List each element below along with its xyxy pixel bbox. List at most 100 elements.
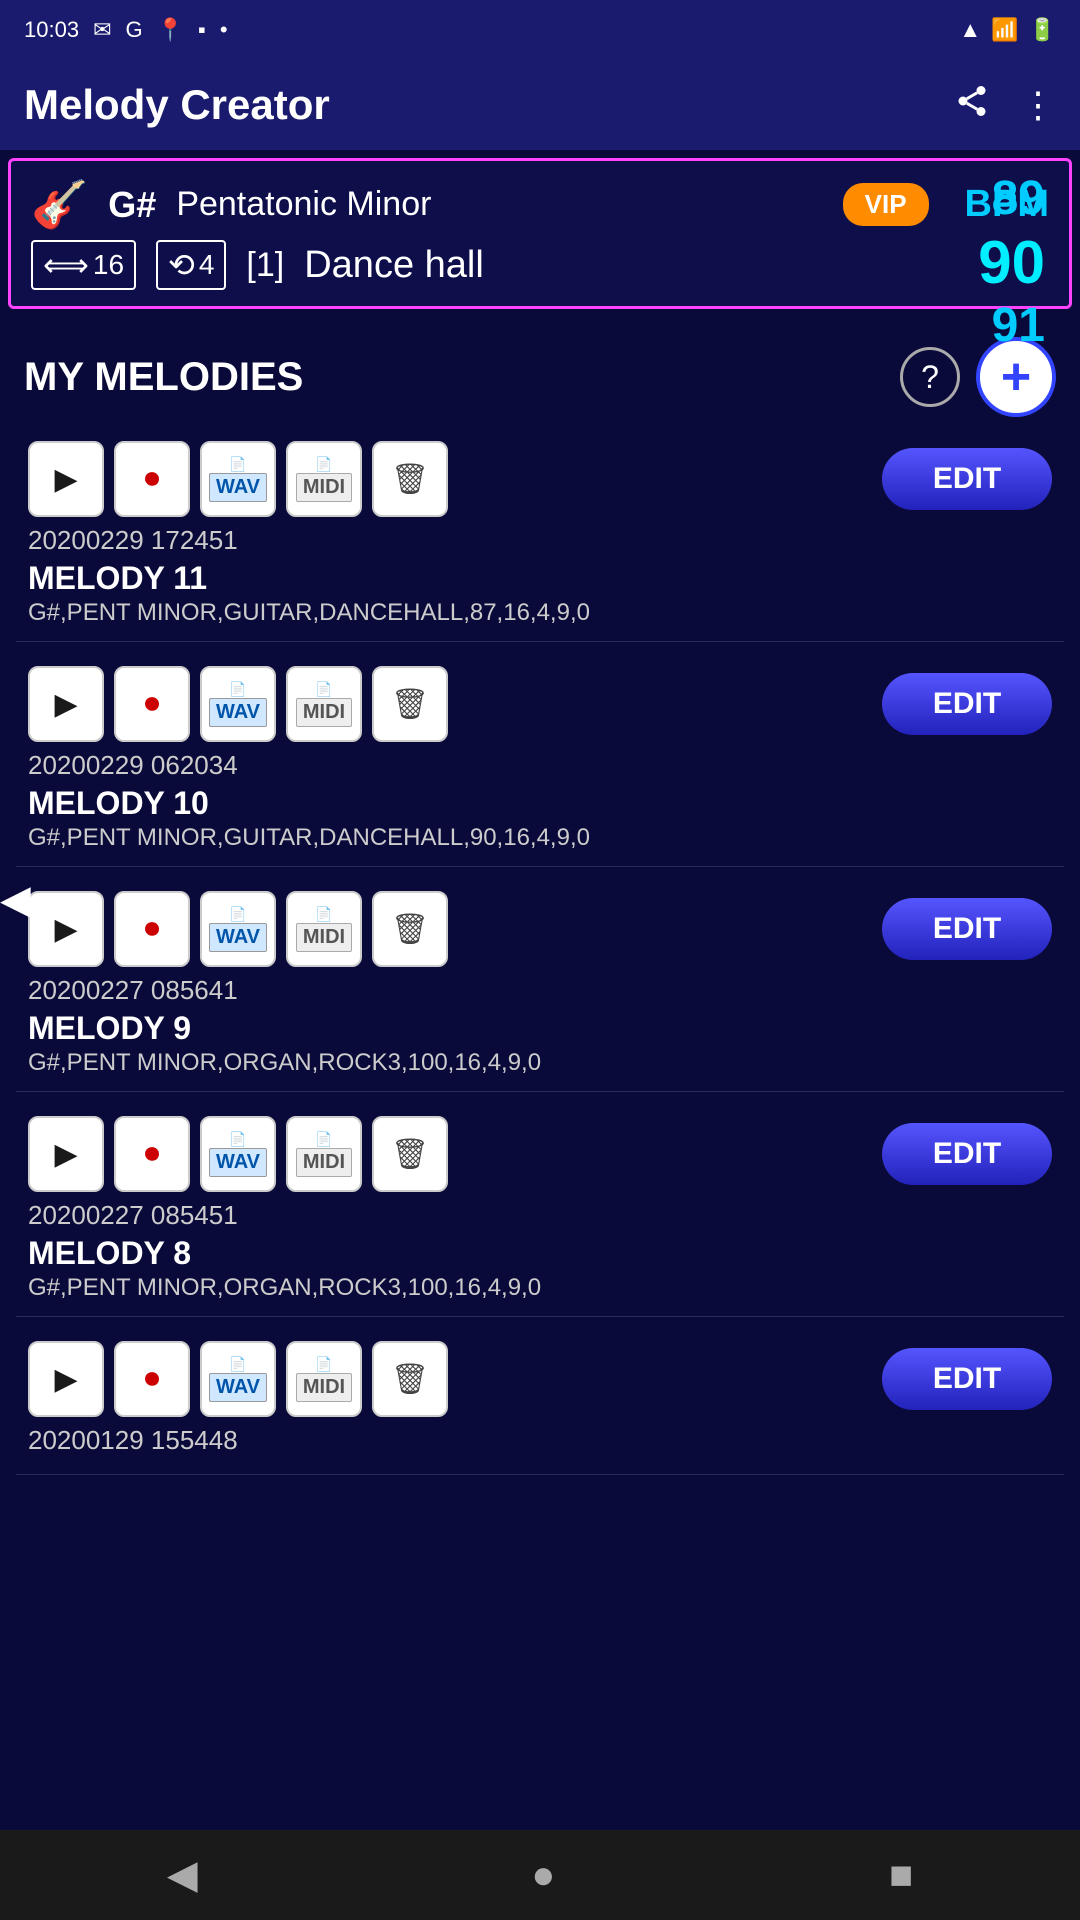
melody-controls: ▶ ⏺ 📄 WAV 📄 MIDI 🗑 EDIT bbox=[28, 1341, 1052, 1417]
melody-meta: G#,PENT MINOR,GUITAR,DANCEHALL,87,16,4,9… bbox=[28, 599, 1052, 627]
app-bar: Melody Creator ⋮ bbox=[0, 60, 1080, 150]
wav-label: WAV bbox=[209, 923, 267, 952]
play-button[interactable]: ▶ bbox=[28, 1116, 104, 1192]
melody-list: ▶ ⏺ 📄 WAV 📄 MIDI 🗑 EDIT 2020022 bbox=[0, 427, 1080, 1475]
midi-doc-icon: 📄 bbox=[315, 906, 332, 923]
melody-meta: G#,PENT MINOR,ORGAN,ROCK3,100,16,4,9,0 bbox=[28, 1049, 1052, 1077]
edit-button[interactable]: EDIT bbox=[882, 898, 1052, 960]
google-icon: G bbox=[126, 17, 143, 43]
midi-doc-icon: 📄 bbox=[315, 1131, 332, 1148]
section-header: MY MELODIES ? + bbox=[0, 317, 1080, 427]
midi-export-button[interactable]: 📄 MIDI bbox=[286, 1341, 362, 1417]
bpm-selector[interactable]: 89 90 91 bbox=[978, 173, 1045, 353]
wav-export-button[interactable]: 📄 WAV bbox=[200, 1341, 276, 1417]
home-button[interactable]: ● bbox=[531, 1853, 555, 1898]
collapse-arrow[interactable]: ◀ bbox=[0, 877, 31, 923]
edit-button[interactable]: EDIT bbox=[882, 448, 1052, 510]
app-title: Melody Creator bbox=[24, 81, 330, 129]
list-item: ▶ ⏺ 📄 WAV 📄 MIDI 🗑 EDIT 2020012 bbox=[16, 1327, 1064, 1475]
melody-controls: ▶ ⏺ 📄 WAV 📄 MIDI 🗑 EDIT bbox=[28, 891, 1052, 967]
track-num[interactable]: [1] bbox=[246, 246, 284, 285]
melody-buttons: ▶ ⏺ 📄 WAV 📄 MIDI 🗑 bbox=[28, 441, 448, 517]
wav-export-button[interactable]: 📄 WAV bbox=[200, 441, 276, 517]
wav-export-button[interactable]: 📄 WAV bbox=[200, 1116, 276, 1192]
guitar-icon: 🎸 bbox=[31, 177, 88, 232]
bars-value: 16 bbox=[93, 249, 124, 281]
melody-buttons: ▶ ⏺ 📄 WAV 📄 MIDI 🗑 bbox=[28, 891, 448, 967]
list-item: ▶ ⏺ 📄 WAV 📄 MIDI 🗑 EDIT 2020022 bbox=[16, 877, 1064, 1092]
edit-button[interactable]: EDIT bbox=[882, 673, 1052, 735]
delete-button[interactable]: 🗑 bbox=[372, 1116, 448, 1192]
section-title: MY MELODIES bbox=[24, 355, 303, 400]
wav-doc-icon: 📄 bbox=[229, 906, 246, 923]
more-menu-icon[interactable]: ⋮ bbox=[1020, 84, 1056, 126]
melody-timestamp: 20200129 155448 bbox=[28, 1425, 1052, 1456]
delete-button[interactable]: 🗑 bbox=[372, 666, 448, 742]
bpm-value-90[interactable]: 90 bbox=[978, 230, 1045, 296]
melody-timestamp: 20200227 085451 bbox=[28, 1200, 1052, 1231]
delete-button[interactable]: 🗑 bbox=[372, 441, 448, 517]
recent-apps-button[interactable]: ■ bbox=[889, 1853, 913, 1898]
melody-controls: ▶ ⏺ 📄 WAV 📄 MIDI 🗑 EDIT bbox=[28, 1116, 1052, 1192]
nav-bar: ◀ ● ■ bbox=[0, 1830, 1080, 1920]
midi-export-button[interactable]: 📄 MIDI bbox=[286, 1116, 362, 1192]
melody-buttons: ▶ ⏺ 📄 WAV 📄 MIDI 🗑 bbox=[28, 666, 448, 742]
bars-control[interactable]: ⟺ 16 bbox=[31, 240, 136, 290]
battery-icon: 🔋 bbox=[1029, 17, 1056, 43]
edit-button[interactable]: EDIT bbox=[882, 1123, 1052, 1185]
wav-label: WAV bbox=[209, 698, 267, 727]
style-display[interactable]: Dance hall bbox=[304, 244, 1049, 287]
signal-icon: 📶 bbox=[991, 17, 1018, 43]
vip-badge[interactable]: VIP bbox=[843, 183, 929, 226]
wifi-icon: ▲ bbox=[959, 17, 981, 43]
status-time: 10:03 bbox=[24, 17, 79, 43]
record-button[interactable]: ⏺ bbox=[114, 891, 190, 967]
repeat-control[interactable]: ⟲ 4 bbox=[156, 240, 226, 290]
play-button[interactable]: ▶ bbox=[28, 891, 104, 967]
edit-button[interactable]: EDIT bbox=[882, 1348, 1052, 1410]
melody-meta: G#,PENT MINOR,ORGAN,ROCK3,100,16,4,9,0 bbox=[28, 1274, 1052, 1302]
record-button[interactable]: ⏺ bbox=[114, 1341, 190, 1417]
wav-export-button[interactable]: 📄 WAV bbox=[200, 666, 276, 742]
midi-export-button[interactable]: 📄 MIDI bbox=[286, 441, 362, 517]
midi-label: MIDI bbox=[296, 698, 352, 727]
bpm-value-89[interactable]: 89 bbox=[992, 173, 1045, 226]
melody-name: MELODY 8 bbox=[28, 1235, 1052, 1272]
play-button[interactable]: ▶ bbox=[28, 441, 104, 517]
melody-buttons: ▶ ⏺ 📄 WAV 📄 MIDI 🗑 bbox=[28, 1116, 448, 1192]
notification-icon: ▪ bbox=[198, 17, 206, 43]
midi-doc-icon: 📄 bbox=[315, 681, 332, 698]
midi-label: MIDI bbox=[296, 1148, 352, 1177]
repeat-value: 4 bbox=[199, 249, 215, 281]
key-display[interactable]: G# bbox=[108, 184, 156, 226]
play-button[interactable]: ▶ bbox=[28, 666, 104, 742]
wav-doc-icon: 📄 bbox=[229, 456, 246, 473]
scale-display[interactable]: Pentatonic Minor bbox=[176, 185, 822, 224]
bpm-value-91[interactable]: 91 bbox=[992, 300, 1045, 353]
wav-export-button[interactable]: 📄 WAV bbox=[200, 891, 276, 967]
play-button[interactable]: ▶ bbox=[28, 1341, 104, 1417]
top-panel: 89 90 91 🎸 G# Pentatonic Minor VIP BPM ⟺… bbox=[8, 158, 1072, 309]
melody-name: MELODY 11 bbox=[28, 560, 1052, 597]
help-button[interactable]: ? bbox=[900, 347, 960, 407]
record-button[interactable]: ⏺ bbox=[114, 1116, 190, 1192]
panel-row2: ⟺ 16 ⟲ 4 [1] Dance hall bbox=[31, 240, 1049, 290]
list-item: ▶ ⏺ 📄 WAV 📄 MIDI 🗑 EDIT 2020022 bbox=[16, 652, 1064, 867]
delete-button[interactable]: 🗑 bbox=[372, 1341, 448, 1417]
record-button[interactable]: ⏺ bbox=[114, 441, 190, 517]
wav-doc-icon: 📄 bbox=[229, 1131, 246, 1148]
delete-button[interactable]: 🗑 bbox=[372, 891, 448, 967]
share-icon[interactable] bbox=[954, 83, 990, 128]
midi-doc-icon: 📄 bbox=[315, 456, 332, 473]
midi-export-button[interactable]: 📄 MIDI bbox=[286, 666, 362, 742]
bars-arrows: ⟺ bbox=[43, 246, 89, 284]
melody-controls: ▶ ⏺ 📄 WAV 📄 MIDI 🗑 EDIT bbox=[28, 666, 1052, 742]
record-button[interactable]: ⏺ bbox=[114, 666, 190, 742]
repeat-icon: ⟲ bbox=[168, 246, 195, 284]
melody-controls: ▶ ⏺ 📄 WAV 📄 MIDI 🗑 EDIT bbox=[28, 441, 1052, 517]
back-button[interactable]: ◀ bbox=[167, 1852, 198, 1898]
midi-export-button[interactable]: 📄 MIDI bbox=[286, 891, 362, 967]
wav-label: WAV bbox=[209, 1148, 267, 1177]
melody-name: MELODY 9 bbox=[28, 1010, 1052, 1047]
status-bar: 10:03 ✉ G 📍 ▪ • ▲ 📶 🔋 bbox=[0, 0, 1080, 60]
